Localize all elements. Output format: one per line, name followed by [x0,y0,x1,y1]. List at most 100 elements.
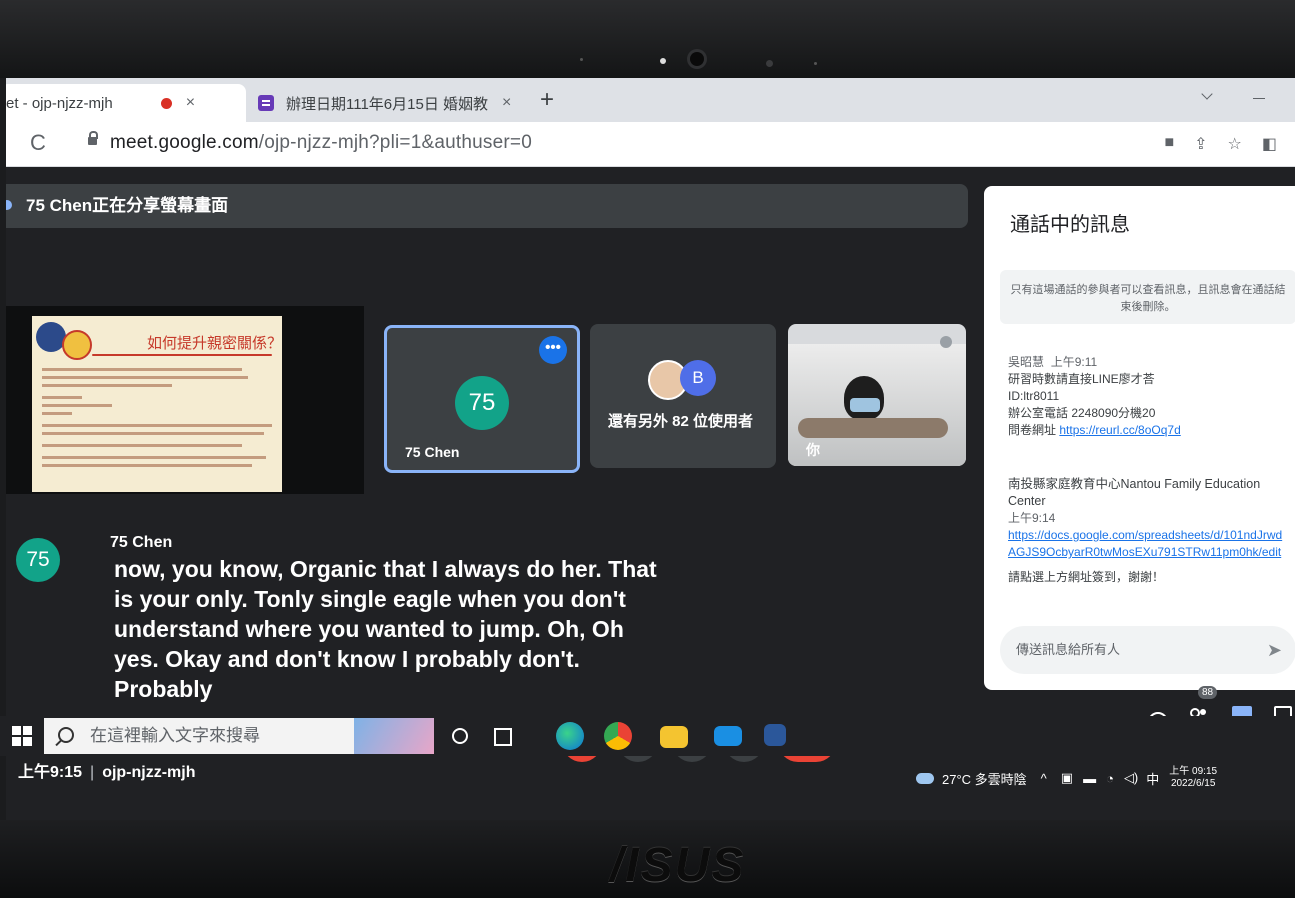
message-link[interactable]: https://reurl.cc/8oOq7d [1059,423,1180,437]
meet-tray-icon: ▣ [1060,770,1074,785]
slide-text-line [42,444,242,447]
meeting-code: ojp-njzz-mjh [102,764,196,781]
shared-screen-tile[interactable]: 如何提升親密關係？ [6,306,364,494]
message-line: ID:ltr8011 [1008,389,1060,403]
caption-speaker: 75 Chen [110,534,173,551]
search-highlight-image [354,718,434,754]
tab-meet[interactable]: et - ojp-njzz-mjh × [6,84,246,122]
search-icon [58,727,74,743]
separator: | [90,764,95,781]
close-icon[interactable]: × [186,94,195,112]
browser-toolbar: C meet.google.com/ojp-njzz-mjh?pli=1&aut… [6,122,1295,167]
link-label: 問卷網址 [1008,423,1057,437]
message-line: 研習時數請直接LINE廖才荅 [1008,372,1155,386]
weather-text[interactable]: 27°C 多雲時陰 [942,769,1027,788]
share-icon[interactable]: ⇪ [1194,134,1207,154]
slide-text-line [42,396,82,399]
windows-taskbar: 在這裡輸入文字來搜尋 [0,716,1295,756]
others-count-label: 還有另外 82 位使用者 [608,413,754,430]
address-bar[interactable]: meet.google.com/ojp-njzz-mjh?pli=1&authu… [110,132,532,154]
slide-text-line [42,456,266,459]
message-meta: 吳昭慧 上午9:11 [1008,354,1295,371]
face-mask [850,398,880,412]
slide-title: 如何提升親密關係？ [147,334,283,352]
slide-text-line [42,464,252,467]
mail-icon[interactable] [714,726,742,746]
presentation-banner-text: 75 Chen正在分享螢幕畫面 [26,196,229,215]
slide-text-line [42,384,172,387]
tab-meet-title: et - ojp-njzz-mjh [6,94,113,112]
chat-message: 吳昭慧 上午9:11 研習時數請直接LINE廖才荅 ID:ltr8011 辦公室… [1008,354,1295,439]
slide-text-line [42,404,112,407]
hand-in-video [798,418,948,438]
close-icon[interactable]: × [502,94,511,112]
windows-start-icon[interactable] [12,726,32,746]
tab-forms[interactable]: 辦理日期111年6月15日 婚姻教 × [258,84,528,122]
browser-tab-strip: et - ojp-njzz-mjh × 辦理日期111年6月15日 婚姻教 × … [6,78,1295,122]
taskbar-search-placeholder: 在這裡輸入文字來搜尋 [90,726,260,745]
sensor-dot [580,58,583,61]
camera-icon[interactable]: ■ [1164,134,1174,154]
weather-cloud-icon [916,772,934,784]
network-icon: ◔ [1106,770,1114,786]
chat-input[interactable]: 傳送訊息給所有人 ➤ [1000,626,1295,674]
webcam [690,52,704,66]
reload-icon[interactable]: C [30,130,46,156]
laptop-screen: et - ojp-njzz-mjh × 辦理日期111年6月15日 婚姻教 × … [6,78,1295,820]
mic-off-icon [940,336,952,348]
message-line: 辦公室電話 2248090分機20 [1008,406,1156,420]
file-explorer-icon[interactable] [660,726,688,748]
participant-tile-you[interactable]: 你 [788,324,966,466]
more-options-icon[interactable]: ••• [539,336,567,364]
battery-icon: ▬ [1083,770,1097,786]
chat-title: 通話中的訊息 [1010,214,1130,236]
message-time: 上午9:14 [1008,511,1056,525]
participant-count-badge: 88 [1198,686,1218,699]
taskbar-search[interactable]: 在這裡輸入文字來搜尋 [44,718,434,754]
ime-indicator[interactable]: 中 [1146,769,1159,788]
chat-input-placeholder: 傳送訊息給所有人 [1016,642,1121,657]
slide-text-line [42,424,272,427]
message-sender: 吳昭慧 [1008,355,1045,369]
participant-tile-75-chen[interactable]: ••• 75 75 Chen [384,325,580,473]
message-link[interactable]: https://docs.google.com/spreadsheets/d/1… [1008,527,1290,561]
recording-icon [160,97,172,109]
chat-notice: 只有這場通話的參與者可以查看訊息，且訊息會在通話結束後刪除。 [1000,270,1295,324]
slide-text-line [42,368,242,371]
toolbar-icons: ■ ⇪ ☆ ◧ [1164,134,1277,154]
meeting-time: 上午9:15 [18,764,83,781]
tab-forms-title: 辦理日期111年6月15日 婚姻教 [286,95,488,113]
caption-avatar: 75 [16,538,60,582]
participant-tile-others[interactable]: B 還有另外 82 位使用者 [590,324,776,468]
edge-icon[interactable] [556,722,584,750]
slide-logo [62,330,92,360]
chevron-up-icon[interactable]: ^ [1041,771,1047,786]
cortana-icon[interactable] [452,728,468,744]
new-tab-button[interactable]: + [540,86,554,114]
message-line: 問卷網址 https://reurl.cc/8oOq7d [1008,422,1295,439]
caption-text: now, you know, Organic that I always do … [114,556,657,702]
word-icon[interactable] [764,724,786,746]
chrome-icon[interactable] [604,722,632,750]
sensor-dot [660,58,666,64]
volume-icon: ◁) [1123,770,1139,785]
message-line: 請點選上方網址簽到，謝謝！ [1008,570,1165,584]
shared-slide: 如何提升親密關係？ [32,316,282,492]
url-domain: meet.google.com [110,132,259,153]
clock[interactable]: 上午 09:15 2022/6/15 [1169,766,1217,790]
presentation-banner: 75 Chen正在分享螢幕畫面 [6,184,968,228]
chat-message: 南投縣家庭教育中心Nantou Family Education Center … [1008,476,1290,586]
windows-logo [12,726,32,746]
system-tray: 27°C 多雲時陰 ^ ▣ ▬ ◔ ◁) 中 上午 09:15 2022/6/1… [916,766,1217,790]
google-forms-icon [258,95,274,111]
laptop-bezel-top [0,0,1295,78]
lock-icon[interactable] [88,131,98,145]
sidebar-icon[interactable]: ◧ [1262,134,1277,154]
star-icon[interactable]: ☆ [1228,134,1242,154]
task-view-icon[interactable] [494,728,512,746]
asus-logo: /ISUS [610,839,746,892]
minimize-button[interactable] [1253,98,1265,99]
chevron-down-icon[interactable] [1201,88,1213,100]
send-icon[interactable]: ➤ [1267,626,1282,674]
meeting-details: 上午9:15 | ojp-njzz-mjh [18,758,196,782]
